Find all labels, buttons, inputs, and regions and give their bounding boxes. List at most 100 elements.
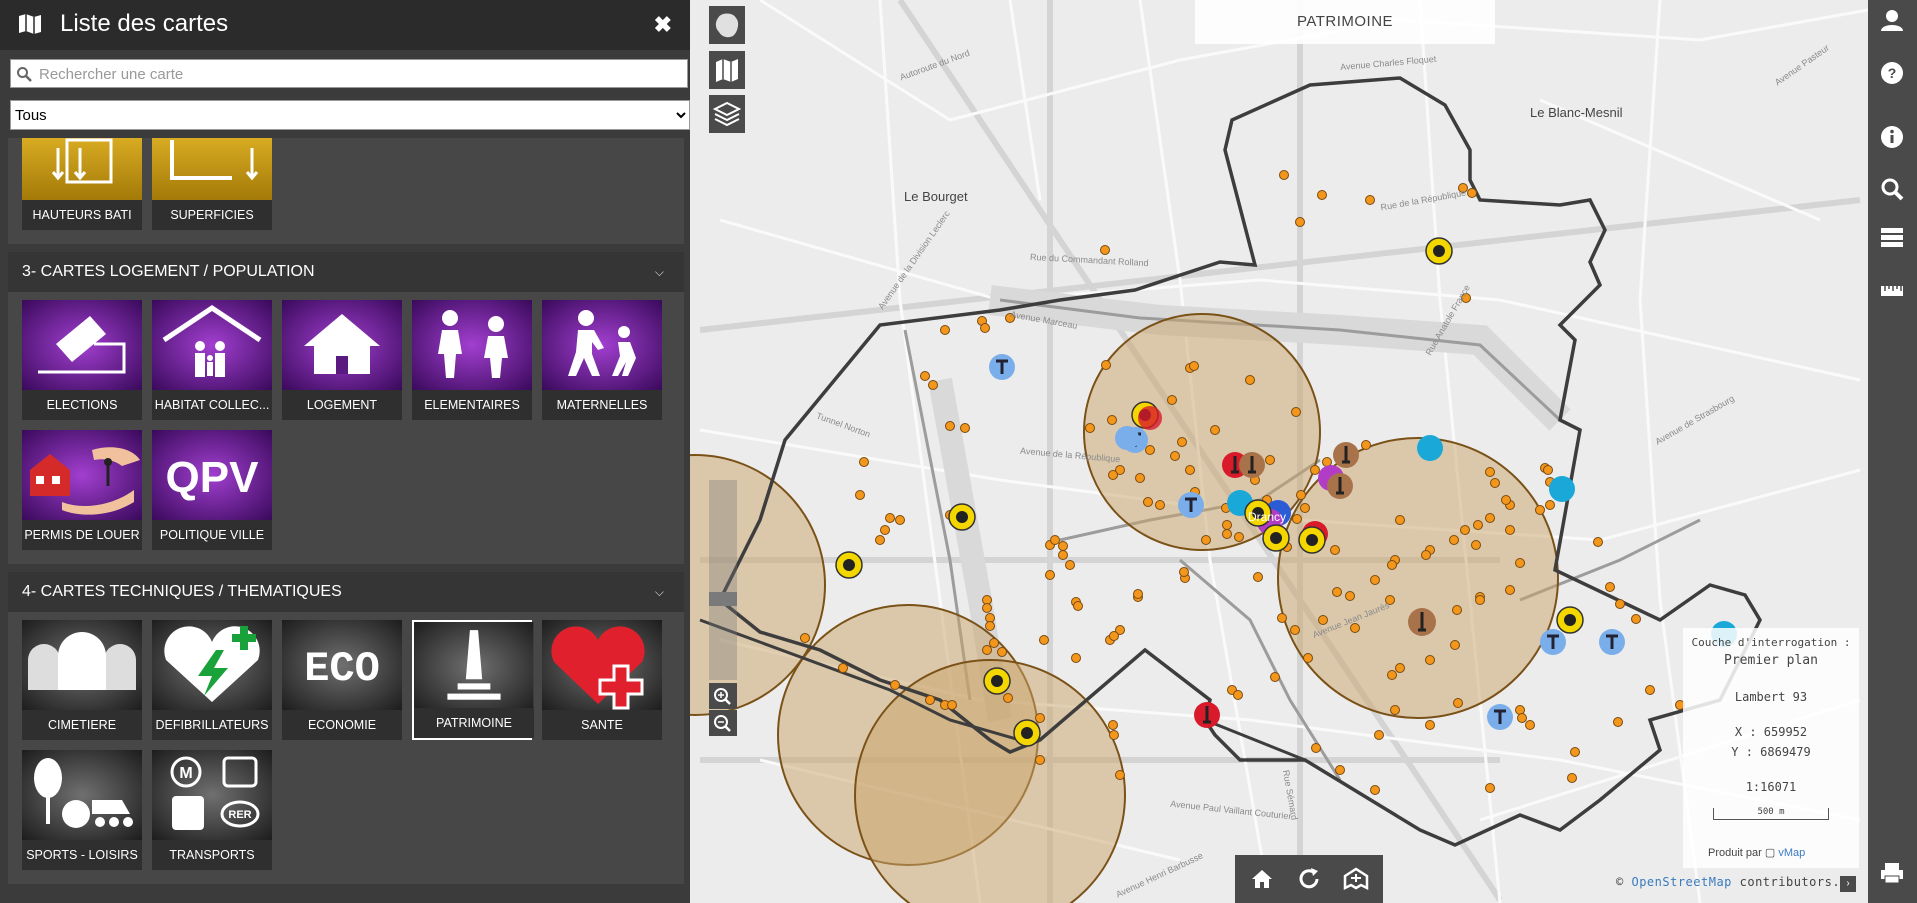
map-view-button[interactable] (1341, 864, 1371, 894)
osm-link[interactable]: OpenStreetMap (1631, 875, 1731, 889)
bottom-toolbar (1235, 855, 1383, 903)
tile-habitat-collectif[interactable]: HABITAT COLLEC... (152, 300, 272, 420)
tile-logement[interactable]: LOGEMENT (282, 300, 402, 420)
measure-button[interactable] (1868, 270, 1917, 310)
map-list-icon (716, 59, 738, 82)
svg-text:RER: RER (228, 809, 251, 821)
tile-transports[interactable]: M RER TRANSPORTS (152, 750, 272, 870)
section-header[interactable]: 3- CARTES LOGEMENT / POPULATION ⌵ (8, 252, 684, 292)
section-2: HAUTEURS BATI SUPERFICIES (8, 138, 684, 244)
tile-elections[interactable]: ELECTIONS (22, 300, 142, 420)
kids-walking-icon (542, 300, 662, 390)
section-header[interactable]: 4- CARTES TECHNIQUES / THEMATIQUES ⌵ (8, 572, 684, 612)
refresh-icon (1299, 868, 1319, 889)
query-layer-name: Premier plan (1724, 653, 1818, 668)
right-toolbar: ? (1868, 0, 1917, 903)
info-icon (1881, 126, 1903, 148)
tile-label: HAUTEURS BATI (22, 200, 142, 230)
produced-by: Produit par ▢ vMap (1708, 846, 1805, 859)
ballot-icon (22, 300, 142, 390)
help-icon: ? (1881, 62, 1903, 84)
zoom-in-icon (714, 688, 731, 705)
place-label: Drancy (1248, 510, 1287, 524)
y-coordinate: Y : 6869479 (1731, 745, 1811, 759)
tile-label: ELECTIONS (22, 390, 142, 420)
tile-superficies[interactable]: SUPERFICIES (152, 138, 272, 230)
tile-patrimoine[interactable]: PATRIMOINE (412, 620, 534, 740)
tile-elementaires[interactable]: ELEMENTAIRES (412, 300, 532, 420)
tile-label: PATRIMOINE (414, 708, 534, 738)
place-label: Le Blanc-Mesnil (1530, 105, 1623, 120)
tile-maternelles[interactable]: MATERNELLES (542, 300, 662, 420)
cemetery-icon (22, 620, 142, 710)
measure-icon (1881, 286, 1903, 296)
tile-label: SANTE (542, 710, 662, 740)
map-list-button[interactable] (709, 51, 745, 89)
tile-hauteurs-bati[interactable]: HAUTEURS BATI (22, 138, 142, 230)
tile-sante[interactable]: SANTE (542, 620, 662, 740)
category-filter-select[interactable]: Tous (10, 100, 690, 130)
info-button[interactable] (1868, 116, 1917, 156)
zoom-out-button[interactable] (709, 710, 737, 736)
tile-economie[interactable]: ECO ECONOMIE (282, 620, 402, 740)
scale-bar-label: 500 m (1757, 807, 1785, 817)
transports-icon: M RER (152, 750, 272, 840)
vmap-logo-icon: ▢ (1764, 847, 1776, 859)
tile-label: DEFIBRILLATEURS (152, 710, 272, 740)
map-view-icon (1343, 867, 1369, 891)
tile-cimetiere[interactable]: CIMETIERE (22, 620, 142, 740)
layers-button[interactable] (709, 95, 745, 133)
map-title: PATRIMOINE (1195, 0, 1495, 44)
zoom-out-icon (714, 715, 731, 732)
layer-tree-button[interactable] (709, 6, 745, 44)
print-button[interactable] (1868, 852, 1917, 892)
health-icon (542, 620, 662, 710)
tile-label: CIMETIERE (22, 710, 142, 740)
user-button[interactable] (1868, 0, 1917, 40)
map-list-panel: Liste des cartes ✖ Tous HAUTEURS (0, 0, 690, 903)
legend-button[interactable] (1868, 216, 1917, 256)
house-key-icon (22, 430, 142, 520)
tile-politique-ville[interactable]: QPV POLITIQUE VILLE (152, 430, 272, 550)
vmap-link[interactable]: vMap (1778, 847, 1805, 859)
search-input[interactable] (37, 60, 681, 89)
svg-text:?: ? (1888, 65, 1897, 81)
eco-text: ECO (304, 645, 380, 693)
panel-header: Liste des cartes ✖ (0, 0, 690, 50)
search-icon (1881, 178, 1904, 201)
scale-bar: 500 m (1713, 808, 1829, 820)
tile-sports-loisirs[interactable]: SPORTS - LOISIRS (22, 750, 142, 870)
section-title: 3- CARTES LOGEMENT / POPULATION (22, 263, 315, 280)
zoom-in-button[interactable] (709, 683, 737, 709)
tile-label: LOGEMENT (282, 390, 402, 420)
help-button[interactable]: ? (1868, 52, 1917, 92)
refresh-button[interactable] (1294, 864, 1324, 894)
attribution-toggle-button[interactable]: › (1840, 876, 1856, 892)
home-button[interactable] (1247, 864, 1277, 894)
chevron-down-icon: ⌵ (654, 265, 664, 279)
section-logement-population: 3- CARTES LOGEMENT / POPULATION ⌵ ELECTI… (8, 252, 684, 564)
qpv-text: QPV (166, 453, 260, 502)
panel-title: Liste des cartes (60, 10, 229, 37)
tile-label: SPORTS - LOISIRS (22, 840, 142, 870)
zoom-slider[interactable] (709, 480, 737, 680)
family-house-icon (152, 300, 272, 390)
place-label: Le Bourget (904, 189, 968, 204)
map-list-scroll[interactable]: HAUTEURS BATI SUPERFICIES 3- CARTES LOGE… (8, 138, 684, 903)
tile-defibrillateurs[interactable]: DEFIBRILLATEURS (152, 620, 272, 740)
monument-icon (414, 622, 534, 712)
print-icon (1881, 863, 1903, 884)
building-height-icon (22, 138, 142, 200)
svg-text:M: M (179, 765, 192, 782)
map-scale: 1:16071 (1745, 780, 1797, 794)
home-icon (1252, 870, 1272, 888)
map-attribution: © OpenStreetMap contributors. (1616, 875, 1856, 889)
eco-icon: ECO (282, 620, 402, 710)
tile-label: ELEMENTAIRES (412, 390, 532, 420)
tile-label: PERMIS DE LOUER (22, 520, 142, 550)
query-info-box: Couche d'interrogation : Premier plan La… (1683, 628, 1859, 868)
search-button[interactable] (1868, 168, 1917, 208)
tile-permis-de-louer[interactable]: PERMIS DE LOUER (22, 430, 142, 550)
zoom-slider-handle[interactable] (709, 592, 737, 606)
close-icon[interactable]: ✖ (654, 12, 672, 38)
